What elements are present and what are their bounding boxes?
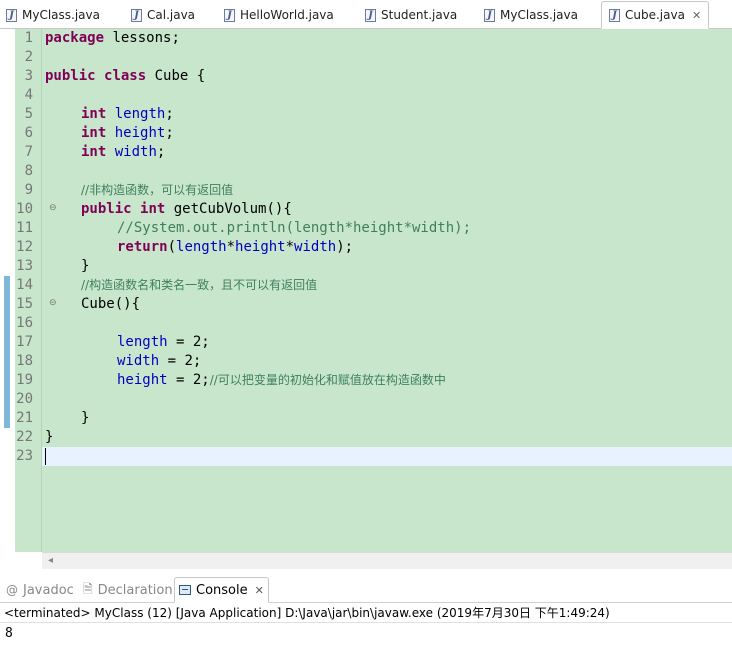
line-number: 21 — [16, 410, 33, 426]
close-icon[interactable]: ✕ — [255, 584, 264, 597]
code-line-3: public class Cube { — [45, 68, 206, 84]
line-number: 3 — [24, 68, 33, 84]
java-file-icon: J — [484, 8, 495, 22]
tab-helloworld-java[interactable]: J HelloWorld.java — [224, 2, 334, 28]
line-number: 4 — [24, 87, 33, 103]
line-number: 9 — [24, 182, 33, 198]
tab-declaration[interactable]: 🗎 Declaration — [83, 577, 173, 603]
code-line-1: package lessons; — [45, 30, 180, 46]
editor-tab-bar: J MyClass.java J Cal.java J HelloWorld.j… — [0, 0, 732, 29]
line-number: 10 — [16, 201, 33, 217]
tab-javadoc[interactable]: @ Javadoc — [6, 577, 74, 603]
line-number: 16 — [16, 315, 33, 331]
console-output[interactable]: 8 — [5, 624, 13, 644]
java-file-icon: J — [131, 8, 142, 22]
tab-myclass-java-1[interactable]: J MyClass.java — [6, 2, 100, 28]
code-line-15: Cube(){ — [81, 296, 141, 312]
line-number: 2 — [24, 49, 33, 65]
console-status-line: <terminated> MyClass (12) [Java Applicat… — [0, 603, 732, 623]
horizontal-scrollbar[interactable]: ◂ — [42, 552, 732, 569]
line-number: 13 — [16, 258, 33, 274]
tab-student-java[interactable]: J Student.java — [365, 2, 457, 28]
tab-myclass-java-2[interactable]: J MyClass.java — [484, 2, 578, 28]
line-number: 15 — [16, 296, 33, 312]
line-number: 11 — [16, 220, 33, 236]
line-number-gutter: 1 2 3 4 5 6 7 8 9 10 11 12 13 14 15 16 1… — [15, 29, 57, 552]
code-line-7: int width; — [81, 144, 166, 160]
code-line-14: //构造函数名和类名一致，且不可以有返回值 — [81, 278, 318, 292]
java-file-icon: J — [609, 8, 620, 22]
line-number: 18 — [16, 353, 33, 369]
at-icon: @ — [6, 583, 18, 597]
scroll-corner — [0, 552, 42, 569]
change-marker — [4, 276, 10, 428]
line-number: 23 — [16, 448, 33, 464]
tab-label: Cal.java — [147, 8, 196, 22]
line-number: 14 — [16, 277, 33, 293]
code-line-19: height = 2;//可以把变量的初始化和赋值放在构造函数中 — [117, 372, 446, 388]
line-number: 5 — [24, 106, 33, 122]
console-icon — [179, 585, 191, 595]
tab-label: Student.java — [381, 8, 458, 22]
close-icon[interactable]: ✕ — [692, 9, 701, 22]
tab-label: Cube.java — [625, 8, 685, 22]
tab-label: MyClass.java — [22, 8, 100, 22]
declaration-icon: 🗎 — [83, 581, 93, 596]
code-line-9: //非构造函数，可以有返回值 — [81, 183, 234, 197]
code-line-13: } — [81, 258, 90, 274]
tab-label: HelloWorld.java — [240, 8, 334, 22]
line-number: 19 — [16, 372, 33, 388]
tab-cal-java[interactable]: J Cal.java — [131, 2, 195, 28]
tab-label: Javadoc — [23, 582, 74, 598]
scroll-left-arrow-icon[interactable]: ◂ — [48, 555, 53, 566]
code-line-12: return(length*height*width); — [117, 239, 354, 255]
line-number: 17 — [16, 334, 33, 350]
code-line-10: public int getCubVolum(){ — [81, 201, 292, 217]
code-editor[interactable]: 1 2 3 4 5 6 7 8 9 10 11 12 13 14 15 16 1… — [0, 29, 732, 552]
line-number: 1 — [24, 30, 33, 46]
bottom-panel-tabs: @ Javadoc 🗎 Declaration Console ✕ — [0, 577, 732, 603]
line-number: 22 — [16, 429, 33, 445]
tab-label: Console — [196, 582, 248, 598]
tab-console[interactable]: Console ✕ — [174, 577, 269, 603]
tab-label: MyClass.java — [500, 8, 578, 22]
code-line-17: length = 2; — [117, 334, 210, 350]
code-line-21: } — [81, 410, 90, 426]
line-number: 6 — [24, 125, 33, 141]
java-file-icon: J — [224, 8, 235, 22]
line-number: 7 — [24, 144, 33, 160]
line-number: 20 — [16, 391, 33, 407]
java-file-icon: J — [365, 8, 376, 22]
code-line-11: //System.out.println(length*height*width… — [117, 220, 472, 236]
line-number: 8 — [24, 163, 33, 179]
tab-label: Declaration — [97, 582, 173, 598]
code-line-18: width = 2; — [117, 353, 202, 369]
code-text-area[interactable]: package lessons; public class Cube { int… — [42, 29, 732, 552]
java-file-icon: J — [6, 8, 17, 22]
code-line-6: int height; — [81, 125, 174, 141]
tab-cube-java[interactable]: J Cube.java ✕ — [601, 1, 710, 29]
code-line-22: } — [45, 429, 54, 445]
code-line-5: int length; — [81, 106, 174, 122]
line-number: 12 — [16, 239, 33, 255]
